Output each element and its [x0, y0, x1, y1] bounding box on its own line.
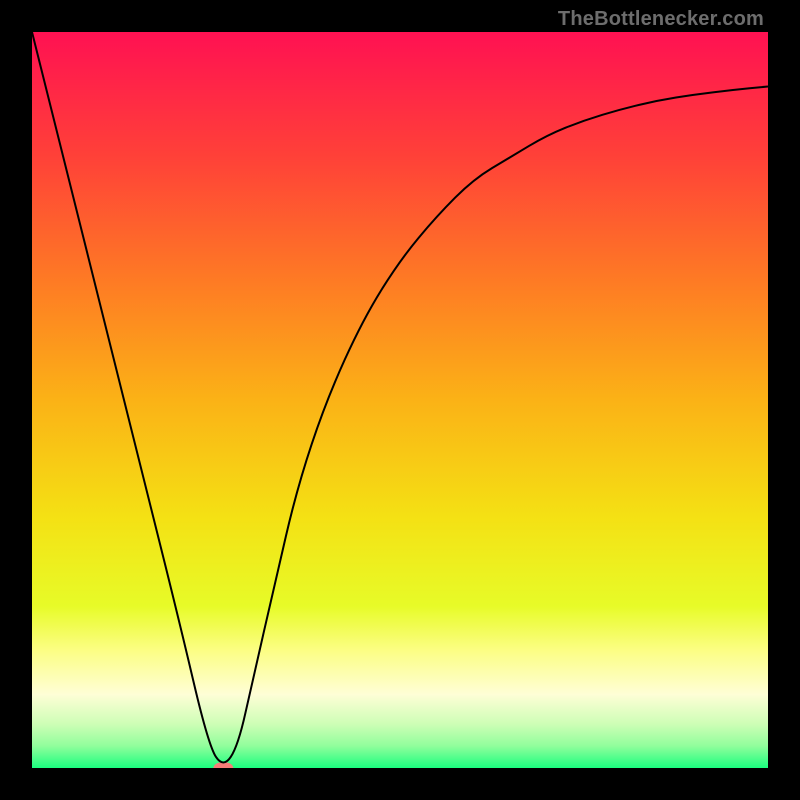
- watermark-text: TheBottlenecker.com: [558, 8, 764, 31]
- chart-svg: [32, 32, 768, 768]
- gradient-background: [32, 32, 768, 768]
- chart-frame: TheBottlenecker.com: [0, 0, 800, 800]
- plot-area: [32, 32, 768, 768]
